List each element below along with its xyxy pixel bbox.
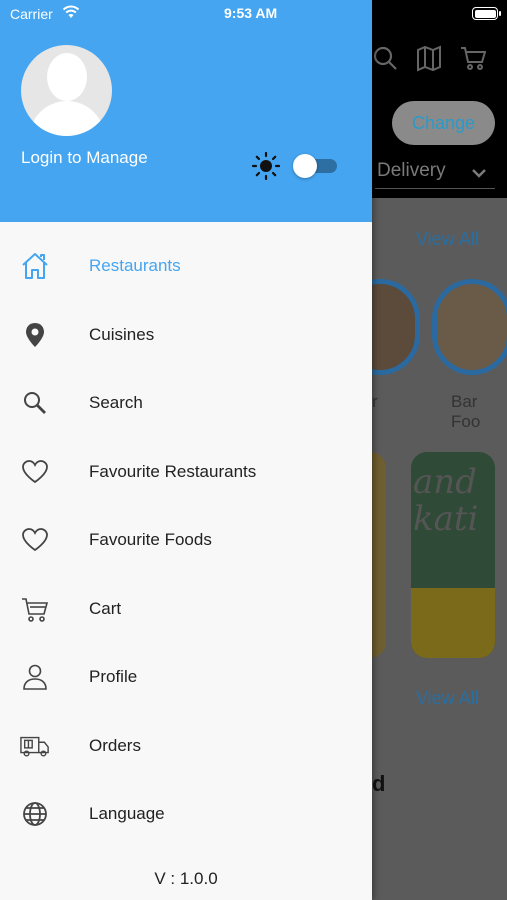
drawer-header: Login to Manage: [0, 0, 372, 222]
menu-item-label: Cart: [89, 598, 122, 618]
battery-level: [474, 9, 496, 18]
sun-icon: [252, 152, 280, 180]
cuisine-label: Bar Foo: [451, 392, 481, 431]
profile-icon: [20, 662, 50, 692]
avatar-head: [47, 53, 87, 101]
menu-item-label: Cuisines: [89, 324, 155, 344]
card-text: and kati: [413, 462, 479, 540]
avatar[interactable]: [21, 45, 112, 136]
menu-item-cart[interactable]: Cart: [0, 575, 372, 644]
drawer-menu: Restaurants Cuisines Search Favourite Re…: [0, 232, 372, 849]
wifi-icon: [62, 5, 80, 18]
status-time: 9:53 AM: [224, 5, 278, 21]
card-image-band: [411, 588, 495, 658]
globe-icon: [20, 799, 50, 829]
cuisine-label: r: [372, 392, 378, 411]
menu-item-favourite-restaurants[interactable]: Favourite Restaurants: [0, 438, 372, 507]
avatar-body: [29, 101, 105, 136]
menu-item-label: Favourite Foods: [89, 530, 212, 550]
navigation-drawer: Login to Manage Restaurants Cuisines Sea…: [0, 0, 372, 900]
status-bar: Carrier 9:53 AM: [0, 0, 507, 28]
chevron-down-icon: [472, 169, 486, 178]
delivery-underline: [375, 188, 495, 189]
battery-nub: [499, 11, 501, 16]
location-pin-icon: [20, 320, 50, 350]
menu-item-label: Favourite Restaurants: [89, 461, 257, 481]
app-version: V : 1.0.0: [154, 869, 218, 888]
menu-item-label: Language: [89, 804, 165, 824]
delivery-select[interactable]: Delivery: [377, 160, 446, 182]
cart-icon: [20, 594, 50, 624]
carrier-label: Carrier: [10, 6, 53, 22]
change-button[interactable]: Change: [392, 101, 495, 145]
menu-item-language[interactable]: Language: [0, 780, 372, 849]
menu-item-favourite-foods[interactable]: Favourite Foods: [0, 506, 372, 575]
cart-icon[interactable]: [460, 44, 486, 72]
menu-item-cuisines[interactable]: Cuisines: [0, 301, 372, 370]
menu-item-label: Profile: [89, 667, 138, 687]
login-to-manage-link[interactable]: Login to Manage: [21, 148, 148, 168]
toggle-knob: [293, 154, 317, 178]
menu-item-label: Orders: [89, 735, 141, 755]
menu-item-search[interactable]: Search: [0, 369, 372, 438]
background-toolbar: [372, 44, 486, 72]
home-icon: [20, 251, 50, 281]
delivery-truck-icon: [20, 731, 50, 761]
battery-icon: [472, 7, 501, 20]
heart-icon: [20, 457, 50, 487]
view-all-link[interactable]: View All: [416, 688, 479, 709]
menu-item-orders[interactable]: Orders: [0, 712, 372, 781]
menu-item-profile[interactable]: Profile: [0, 643, 372, 712]
search-icon[interactable]: [372, 44, 398, 72]
restaurant-card[interactable]: and kati: [411, 452, 495, 658]
menu-item-label: Search: [89, 393, 143, 413]
menu-item-restaurants[interactable]: Restaurants: [0, 232, 372, 301]
search-icon: [20, 388, 50, 418]
heart-icon: [20, 525, 50, 555]
view-all-link[interactable]: View All: [416, 229, 479, 250]
section-title: d: [372, 771, 386, 796]
cuisine-thumbnail[interactable]: [432, 279, 507, 375]
theme-toggle[interactable]: [293, 154, 337, 178]
map-icon[interactable]: [416, 44, 442, 72]
menu-item-label: Restaurants: [89, 256, 181, 276]
